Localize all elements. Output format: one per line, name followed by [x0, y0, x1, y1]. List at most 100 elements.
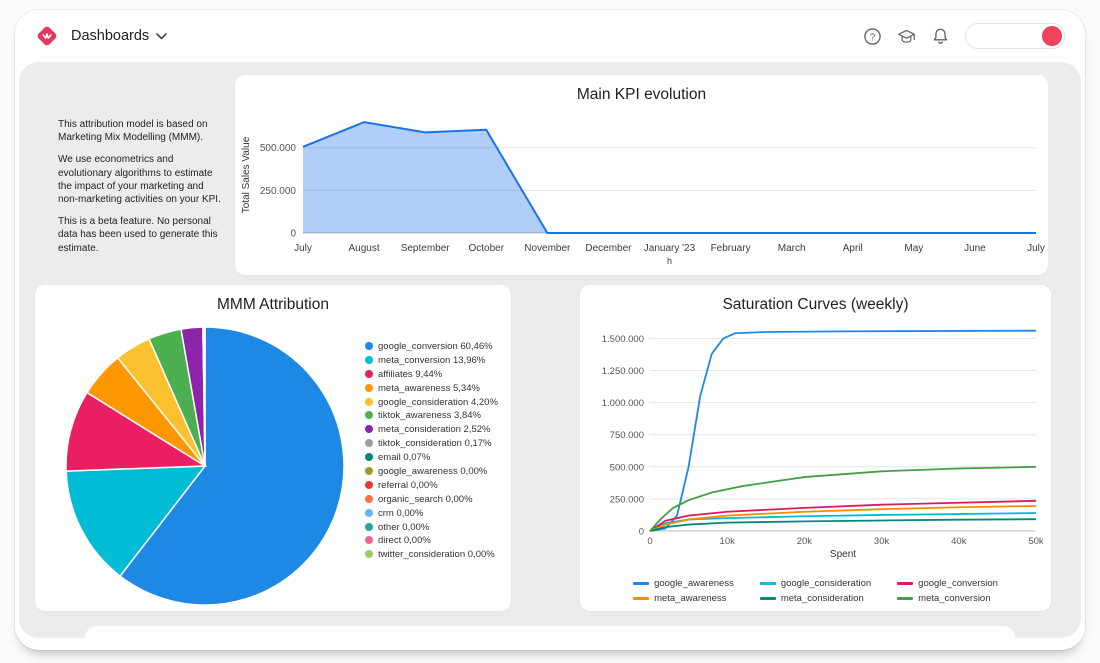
info-paragraph: We use econometrics and evolutionary alg… [58, 154, 221, 205]
legend-item-twitter_consideration[interactable]: twitter_consideration 0,00% [365, 549, 511, 560]
svg-text:January '23: January '23 [644, 243, 696, 254]
svg-text:1.500.000: 1.500.000 [602, 334, 644, 345]
legend-item-email[interactable]: email 0,07% [365, 452, 511, 463]
legend-swatch-icon [365, 453, 373, 462]
svg-text:0: 0 [290, 229, 296, 240]
legend-swatch-icon [365, 522, 373, 531]
search-box [965, 23, 1065, 49]
svg-text:40k: 40k [951, 536, 967, 547]
topbar-actions: ? [863, 23, 1065, 49]
svg-text:500.000: 500.000 [610, 462, 644, 473]
svg-text:0: 0 [639, 527, 644, 538]
legend-swatch-icon [365, 425, 373, 434]
search-input[interactable] [976, 25, 1038, 47]
dashboards-label: Dashboards [71, 28, 150, 44]
legend-item-meta_awareness[interactable]: meta_awareness [633, 593, 734, 604]
legend-item-direct[interactable]: direct 0,00% [365, 535, 511, 546]
legend-label: meta_awareness 5,34% [378, 382, 480, 394]
legend-swatch-icon [365, 467, 373, 476]
mmm-attribution-card: MMM Attribution google_conversion 60,46%… [35, 285, 511, 611]
academy-icon[interactable] [897, 27, 916, 46]
legend-swatch-icon [365, 355, 373, 364]
legend-label: meta_conversion [918, 593, 991, 604]
legend-item-organic_search[interactable]: organic_search 0,00% [365, 494, 511, 505]
legend-item-other[interactable]: other 0,00% [365, 522, 511, 533]
saturation-chart: 0 250.000 500.000 750.000 1.000.000 1.250.000… [588, 311, 1044, 566]
svg-text:20k: 20k [797, 536, 813, 547]
svg-text:Spent: Spent [830, 549, 856, 560]
legend-label: other 0,00% [378, 521, 430, 533]
attribution-chart-title: MMM Attribution [217, 296, 329, 313]
legend-swatch-icon [633, 597, 650, 600]
svg-text:August: August [349, 243, 380, 254]
dashboard-content: This attribution model is based on Marke… [19, 62, 1081, 638]
svg-text:h: h [667, 256, 672, 266]
attribution-legend: google_conversion 60,46% meta_conversion … [365, 341, 511, 563]
legend-item-tiktok_consideration[interactable]: tiktok_consideration 0,17% [365, 438, 511, 449]
svg-text:500.000: 500.000 [260, 143, 297, 154]
svg-text:November: November [524, 243, 571, 254]
legend-label: meta_consideration [780, 593, 864, 604]
dashboards-menu[interactable]: Dashboards [71, 28, 167, 44]
svg-text:250.000: 250.000 [610, 494, 644, 505]
legend-item-affiliates[interactable]: affiliates 9,44% [365, 369, 511, 380]
legend-swatch-icon [759, 597, 776, 600]
svg-text:?: ? [870, 32, 876, 43]
svg-text:50k: 50k [1028, 536, 1043, 547]
legend-swatch-icon [365, 383, 373, 392]
legend-label: twitter_consideration 0,00% [378, 549, 495, 561]
svg-text:May: May [904, 243, 923, 254]
svg-text:April: April [843, 243, 863, 254]
legend-item-meta_awareness[interactable]: meta_awareness 5,34% [365, 383, 511, 394]
info-paragraph: This attribution model is based on Marke… [58, 119, 208, 144]
legend-item-google_consideration[interactable]: google_consideration [759, 578, 871, 589]
legend-swatch-icon [365, 536, 373, 545]
attribution-pie [57, 321, 357, 612]
top-bar: Dashboards ? [15, 10, 1085, 62]
legend-swatch-icon [759, 582, 776, 585]
legend-item-google_consideration[interactable]: google_consideration 4,20% [365, 397, 511, 408]
legend-swatch-icon [365, 480, 373, 489]
legend-item-tiktok_awareness[interactable]: tiktok_awareness 3,84% [365, 410, 511, 421]
next-card-peek [85, 626, 1015, 638]
legend-label: email 0,07% [378, 452, 431, 464]
svg-text:September: September [401, 243, 451, 254]
svg-text:Total Sales Value: Total Sales Value [241, 136, 252, 213]
legend-swatch-icon [365, 550, 373, 559]
legend-item-referral[interactable]: referral 0,00% [365, 480, 511, 491]
legend-swatch-icon [633, 582, 650, 585]
main-kpi-card: Main KPI evolution 0 250.000 500.000 Total … [235, 75, 1048, 275]
legend-label: organic_search 0,00% [378, 493, 473, 505]
app-logo[interactable] [35, 24, 59, 48]
legend-swatch-icon [365, 411, 373, 420]
help-icon[interactable]: ? [863, 27, 882, 46]
svg-text:0: 0 [647, 536, 652, 547]
legend-item-meta_conversion[interactable]: meta_conversion [897, 593, 998, 604]
saturation-legend: google_awareness google_consideration goog… [580, 578, 1051, 604]
legend-item-google_conversion[interactable]: google_conversion [897, 578, 998, 589]
legend-label: google_conversion [918, 578, 998, 589]
svg-text:October: October [468, 243, 504, 254]
notifications-bell-icon[interactable] [931, 27, 950, 46]
legend-swatch-icon [365, 508, 373, 517]
saturation-curves-card: Saturation Curves (weekly) 0 250.000 500.0… [580, 285, 1051, 611]
legend-item-google_conversion[interactable]: google_conversion 60,46% [365, 341, 511, 352]
legend-item-crm[interactable]: crm 0,00% [365, 508, 511, 519]
svg-text:June: June [964, 243, 986, 254]
legend-label: google_awareness 0,00% [378, 466, 488, 478]
user-avatar[interactable] [1042, 26, 1062, 46]
legend-item-google_awareness[interactable]: google_awareness [633, 578, 734, 589]
svg-text:10k: 10k [720, 536, 736, 547]
legend-item-meta_consideration[interactable]: meta_consideration [759, 593, 871, 604]
svg-text:250.000: 250.000 [260, 186, 297, 197]
legend-item-meta_conversion[interactable]: meta_conversion 13,96% [365, 355, 511, 366]
kpi-chart-title: Main KPI evolution [576, 86, 707, 103]
kpi-chart: 0 250.000 500.000 Total Sales Value July Augu… [235, 105, 1048, 278]
legend-item-meta_consideration[interactable]: meta_consideration 2,52% [365, 424, 511, 435]
app-window: Dashboards ? This attribution model is b… [15, 10, 1085, 650]
svg-text:1.250.000: 1.250.000 [602, 366, 644, 377]
svg-text:December: December [585, 243, 632, 254]
legend-swatch-icon [365, 342, 373, 350]
legend-item-google_awareness[interactable]: google_awareness 0,00% [365, 466, 511, 477]
legend-swatch-icon [365, 494, 373, 503]
